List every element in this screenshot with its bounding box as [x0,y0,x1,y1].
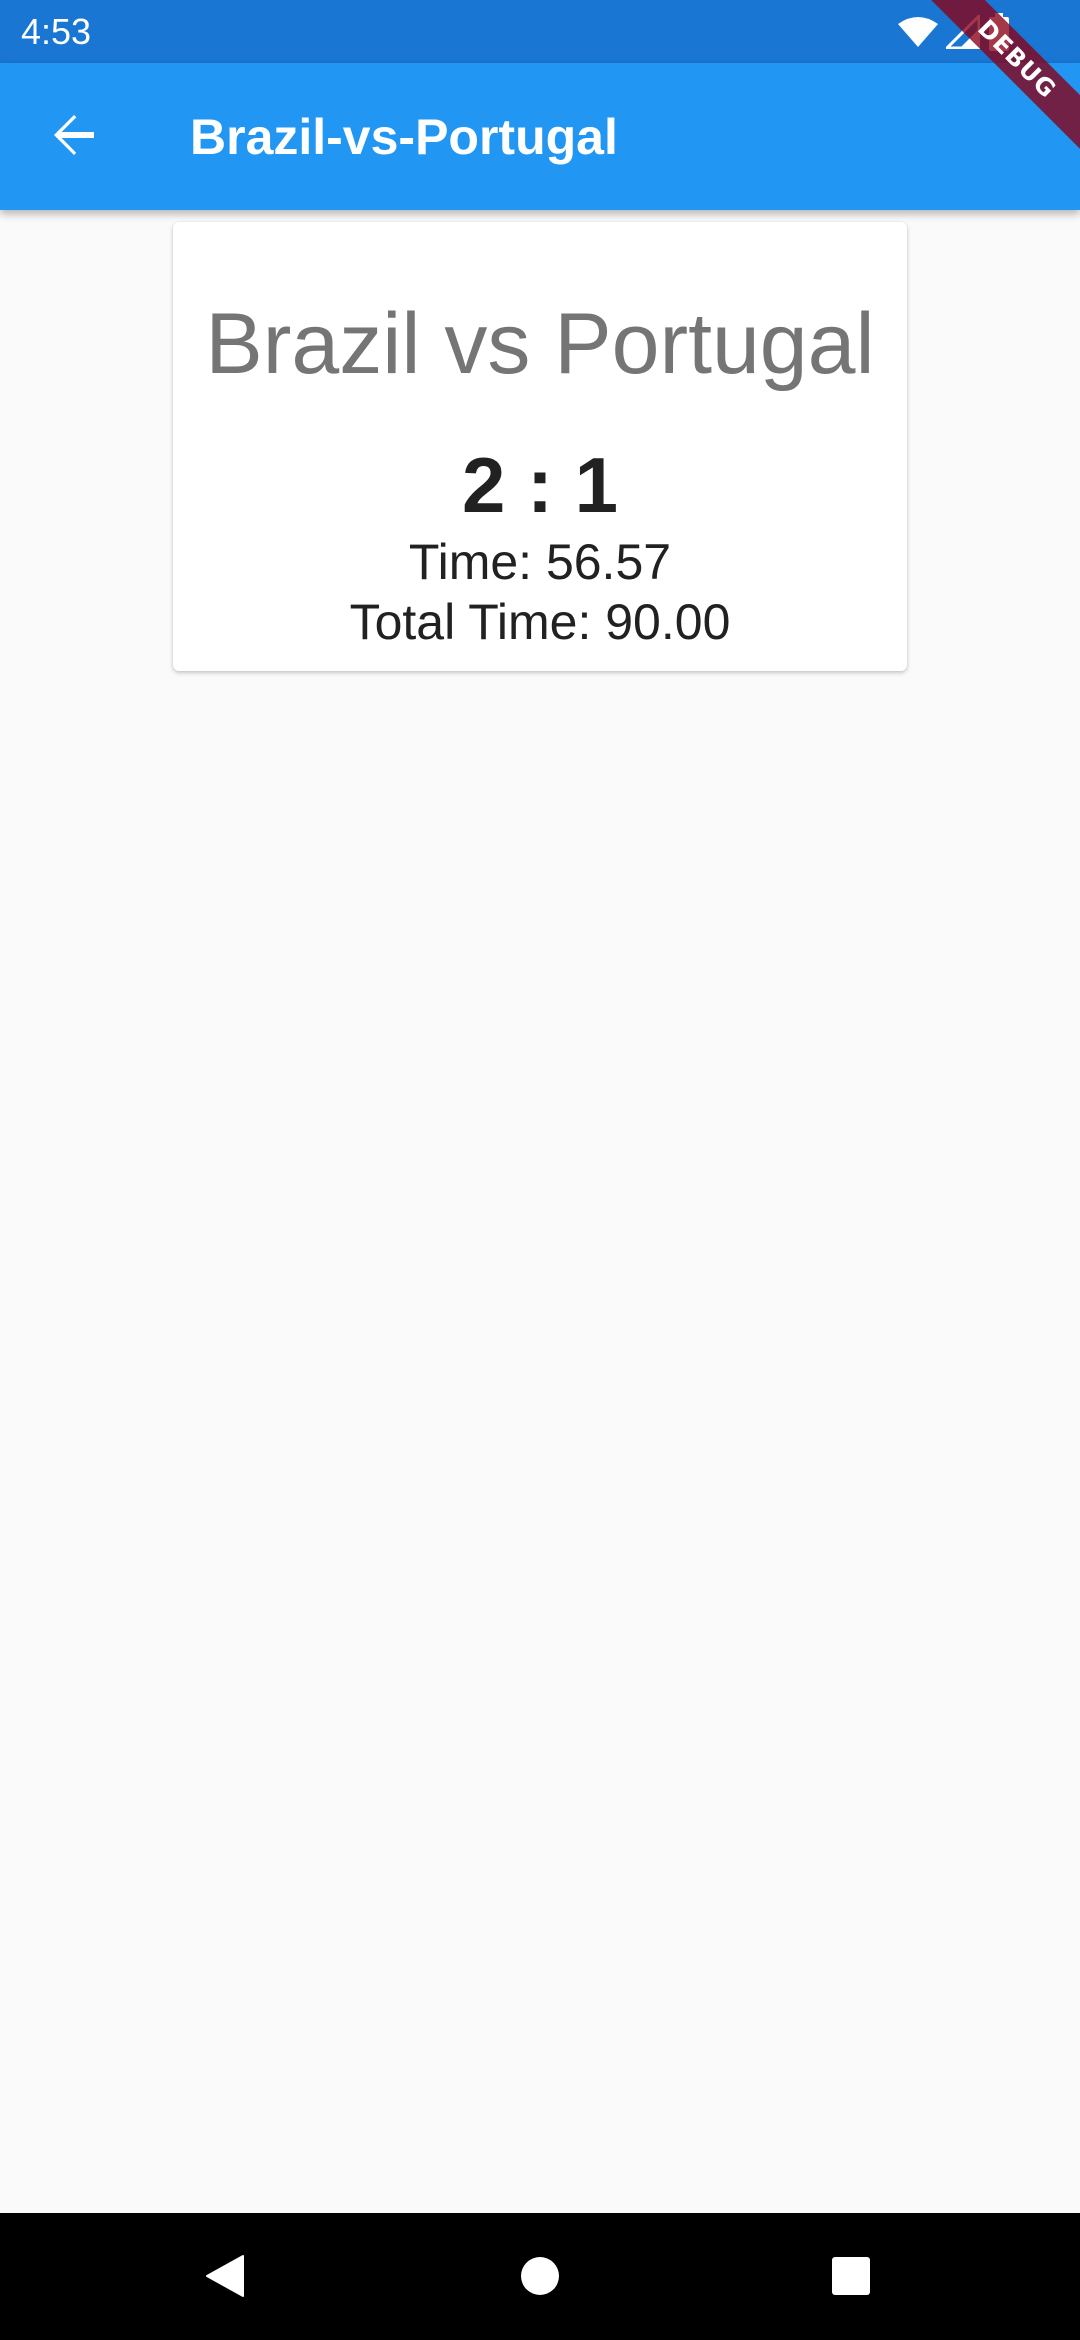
nav-back-icon [203,2254,247,2303]
cellular-signal-icon [946,15,980,49]
nav-recents-button[interactable] [806,2233,896,2323]
app-bar: Brazil-vs-Portugal [0,63,1080,210]
screen: 4:53 DEBUG Brazil-vs-Portugal Brazil vs … [0,0,1080,2340]
nav-home-icon [519,2255,561,2302]
match-title: Brazil vs Portugal [205,296,875,392]
arrow-back-icon [50,111,98,164]
battery-icon [988,13,1010,51]
wifi-icon [898,16,938,48]
status-time: 4:53 [21,11,92,52]
match-card: Brazil vs Portugal 2 : 1 Time: 56.57 Tot… [173,222,907,671]
app-bar-title: Brazil-vs-Portugal [190,109,618,165]
match-score: 2 : 1 [461,441,619,529]
nav-back-button[interactable] [180,2233,270,2323]
back-button[interactable] [32,95,116,179]
match-total-time: Total Time: 90.00 [349,594,731,650]
system-nav-bar [0,2213,1080,2340]
status-bar: 4:53 [0,0,1080,63]
match-time: Time: 56.57 [408,534,672,590]
status-icons [898,12,1010,52]
nav-home-button[interactable] [495,2233,585,2323]
nav-recents-icon [831,2256,871,2301]
